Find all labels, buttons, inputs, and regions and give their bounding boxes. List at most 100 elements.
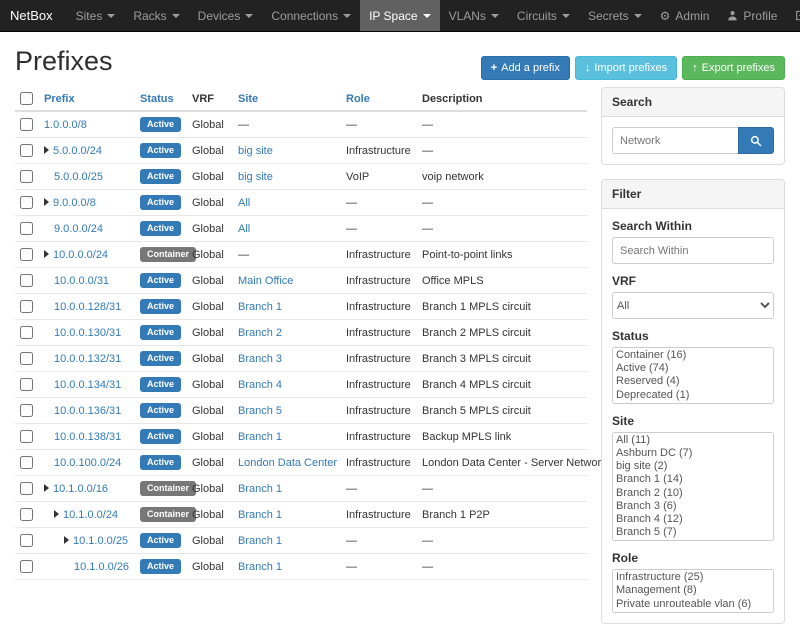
search-button[interactable] [738,127,774,154]
expand-icon[interactable] [44,146,49,154]
prefix-link[interactable]: 10.0.0.0/24 [53,249,108,261]
vrf-cell: Global [187,164,233,190]
nav-item-sites[interactable]: Sites [67,0,125,31]
site-link[interactable]: Branch 4 [238,379,282,391]
expand-icon[interactable] [44,198,49,206]
column-header-site[interactable]: Site [233,87,341,111]
column-header-role[interactable]: Role [341,87,417,111]
row-checkbox[interactable] [20,300,33,313]
add-prefix-button[interactable]: + Add a prefix [481,56,570,80]
export-prefixes-button[interactable]: ↑ Export prefixes [682,56,785,80]
row-checkbox[interactable] [20,170,33,183]
select-all-checkbox[interactable] [20,92,33,105]
chevron-down-icon [343,14,351,18]
nav-item-profile[interactable]: Profile [718,0,786,31]
prefix-link[interactable]: 10.0.100.0/24 [54,457,121,469]
nav-item-vlans[interactable]: VLANs [440,0,508,31]
site-link[interactable]: Branch 1 [238,301,282,313]
row-checkbox[interactable] [20,326,33,339]
prefix-link[interactable]: 10.0.0.0/31 [54,275,109,287]
filter-search-within-input[interactable] [612,237,774,264]
site-link[interactable]: Branch 1 [238,509,282,521]
search-input[interactable] [612,127,738,154]
prefix-link[interactable]: 9.0.0.0/24 [54,223,103,235]
expand-icon[interactable] [64,536,69,544]
nav-item-racks[interactable]: Racks [124,0,188,31]
column-header-status[interactable]: Status [135,87,187,111]
row-checkbox[interactable] [20,222,33,235]
chevron-down-icon [562,14,570,18]
row-checkbox[interactable] [20,404,33,417]
filter-status-listbox[interactable]: Container (16)Active (74)Reserved (4)Dep… [612,347,774,404]
status-cell: Container [135,502,187,528]
column-header-prefix[interactable]: Prefix [39,87,135,111]
prefix-link[interactable]: 10.0.0.130/31 [54,327,121,339]
expand-icon[interactable] [44,250,49,258]
row-checkbox[interactable] [20,378,33,391]
site-link[interactable]: Branch 5 [238,405,282,417]
site-link[interactable]: Branch 2 [238,327,282,339]
site-link[interactable]: big site [238,171,273,183]
filter-role-listbox[interactable]: Infrastructure (25)Management (8)Private… [612,569,774,613]
nav-item-admin[interactable]: ⚙Admin [651,0,719,31]
row-checkbox[interactable] [20,456,33,469]
site-link[interactable]: London Data Center [238,457,337,469]
row-checkbox[interactable] [20,352,33,365]
site-link[interactable]: Branch 1 [238,483,282,495]
nav-item-secrets[interactable]: Secrets [579,0,651,31]
brand-link[interactable]: NetBox [0,0,67,31]
status-cell: Active [135,424,187,450]
nav-item-connections[interactable]: Connections [262,0,360,31]
site-link[interactable]: Branch 3 [238,353,282,365]
row-checkbox[interactable] [20,274,33,287]
site-link[interactable]: All [238,223,250,235]
prefixes-table: PrefixStatusVRFSiteRoleDescription 1.0.0… [15,87,587,580]
prefix-link[interactable]: 5.0.0.0/25 [54,171,103,183]
nav-item-circuits[interactable]: Circuits [508,0,579,31]
row-checkbox[interactable] [20,560,33,573]
expand-icon[interactable] [44,484,49,492]
site-link[interactable]: Main Office [238,275,293,287]
vrf-cell: Global [187,190,233,216]
prefix-link[interactable]: 10.1.0.0/24 [63,509,118,521]
row-checkbox[interactable] [20,482,33,495]
row-checkbox[interactable] [20,144,33,157]
site-link[interactable]: All [238,197,250,209]
row-checkbox[interactable] [20,534,33,547]
row-checkbox[interactable] [20,248,33,261]
nav-item-log-out[interactable]: Log out [786,0,800,31]
prefix-link[interactable]: 10.0.0.132/31 [54,353,121,365]
filter-vrf-select[interactable]: All [612,292,774,319]
prefix-link[interactable]: 5.0.0.0/24 [53,145,102,157]
chevron-down-icon [245,14,253,18]
prefix-link[interactable]: 10.0.0.138/31 [54,431,121,443]
prefix-link[interactable]: 10.0.0.136/31 [54,405,121,417]
prefix-link[interactable]: 10.1.0.0/16 [53,483,108,495]
prefix-row: 1.0.0.0/8ActiveGlobal——— [15,111,587,138]
status-badge: Active [140,403,181,418]
status-badge: Active [140,559,181,574]
row-checkbox[interactable] [20,430,33,443]
prefix-link[interactable]: 10.0.0.134/31 [54,379,121,391]
prefix-row: 5.0.0.0/24ActiveGlobalbig siteInfrastruc… [15,138,587,164]
nav-item-devices[interactable]: Devices [189,0,263,31]
site-link[interactable]: Branch 1 [238,561,282,573]
prefix-cell: 5.0.0.0/25 [39,164,135,190]
filter-site-listbox[interactable]: All (11)Ashburn DC (7)big site (2)Branch… [612,432,774,542]
role-cell: Infrastructure [341,242,417,268]
prefix-link[interactable]: 10.0.0.128/31 [54,301,121,313]
prefix-link[interactable]: 10.1.0.0/26 [74,561,129,573]
import-prefixes-button[interactable]: ↓ Import prefixes [575,56,677,80]
status-cell: Container [135,242,187,268]
description-cell: Branch 1 MPLS circuit [417,294,587,320]
nav-item-ip-space[interactable]: IP Space [360,0,439,31]
row-checkbox[interactable] [20,196,33,209]
site-link[interactable]: Branch 1 [238,431,282,443]
prefix-link[interactable]: 1.0.0.0/8 [44,119,87,131]
site-link[interactable]: big site [238,145,273,157]
site-link[interactable]: Branch 1 [238,535,282,547]
row-checkbox[interactable] [20,508,33,521]
prefix-link[interactable]: 9.0.0.0/8 [53,197,96,209]
row-checkbox[interactable] [20,118,33,131]
prefix-link[interactable]: 10.1.0.0/25 [73,535,128,547]
